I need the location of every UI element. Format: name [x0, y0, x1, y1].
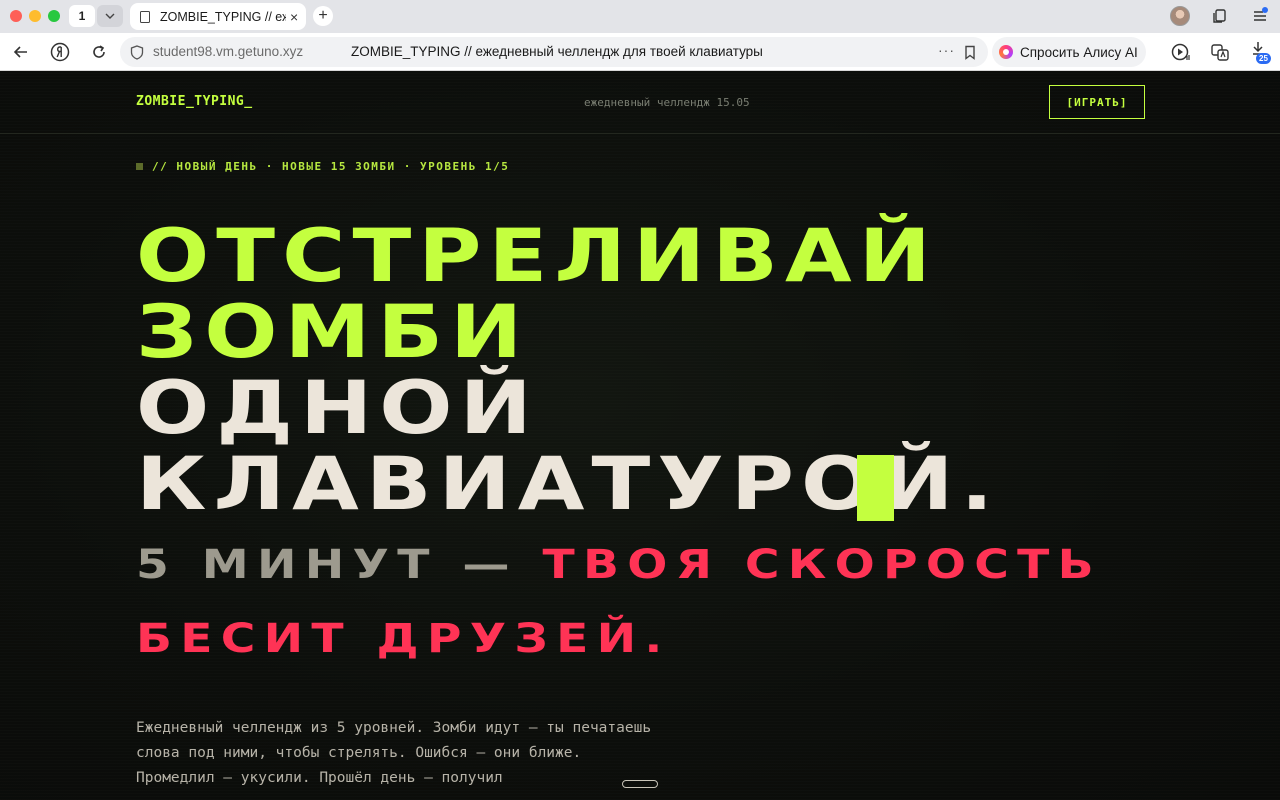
- translate-icon: [1211, 44, 1229, 61]
- site-logo[interactable]: ZOMBIE_TYPING_: [136, 94, 253, 109]
- back-button[interactable]: [12, 43, 30, 61]
- subline-red-1: ТВОЯ СКОРОСТЬ: [542, 542, 1102, 588]
- blinking-cursor: [857, 455, 894, 521]
- url-domain: student98.vm.getuno.xyz: [153, 44, 304, 59]
- eyebrow-text: // НОВЫЙ ДЕНЬ · НОВЫЕ 15 ЗОМБИ · УРОВЕНЬ…: [152, 160, 510, 173]
- collections-icon[interactable]: [1212, 8, 1228, 24]
- video-translate-button[interactable]: [1171, 42, 1191, 62]
- headline-line-1: ОТСТРЕЛИВАЙ: [136, 214, 938, 299]
- play-button[interactable]: [ИГРАТЬ]: [1049, 85, 1145, 119]
- headline-line-3: ОДНОЙ: [136, 366, 539, 451]
- video-icon: [1171, 43, 1190, 61]
- shield-icon[interactable]: [130, 45, 144, 60]
- description: Ежедневный челлендж из 5 уровней. Зомби …: [136, 720, 652, 786]
- site-header: ZOMBIE_TYPING_ ежедневный челлендж 15.05…: [0, 71, 1280, 134]
- profile-avatar[interactable]: [1170, 6, 1190, 26]
- page-viewport: ZOMBIE_TYPING_ ежедневный челлендж 15.05…: [0, 71, 1280, 800]
- alice-icon: [999, 45, 1013, 59]
- browser-tab-active[interactable]: ZOMBIE_TYPING // ежедневный челлендж для…: [130, 3, 306, 30]
- square-marker-icon: [136, 163, 143, 170]
- minimize-window-button[interactable]: [29, 10, 41, 22]
- new-tab-button[interactable]: +: [313, 6, 333, 26]
- eyebrow: // НОВЫЙ ДЕНЬ · НОВЫЕ 15 ЗОМБИ · УРОВЕНЬ…: [136, 160, 509, 173]
- tab-counter[interactable]: 1: [69, 5, 95, 27]
- daily-challenge-date: ежедневный челлендж 15.05: [584, 96, 750, 109]
- browser-toolbar: student98.vm.getuno.xyz ZOMBIE_TYPING //…: [0, 33, 1280, 71]
- scroll-indicator[interactable]: [622, 780, 658, 788]
- chevron-down-icon: [105, 13, 115, 19]
- headline-line-2: ЗОМБИ: [136, 290, 530, 375]
- maximize-window-button[interactable]: [48, 10, 60, 22]
- translate-button[interactable]: [1210, 42, 1230, 62]
- yandex-button[interactable]: [50, 42, 70, 62]
- subline-gray: 5 МИНУТ —: [136, 542, 518, 588]
- yandex-icon: [50, 42, 70, 62]
- close-window-button[interactable]: [10, 10, 22, 22]
- bookmark-icon[interactable]: [964, 45, 976, 60]
- tab-title: ZOMBIE_TYPING // ежедневный челлендж для…: [160, 9, 286, 24]
- document-icon: [140, 10, 150, 23]
- tab-close-icon[interactable]: ×: [290, 10, 298, 24]
- back-icon: [13, 46, 27, 58]
- more-options-icon[interactable]: ···: [938, 42, 955, 58]
- subline-line-2: БЕСИТ ДРУЗЕЙ.: [136, 616, 671, 662]
- ask-alice-label: Спросить Алису AI: [1020, 44, 1138, 60]
- reload-icon: [93, 45, 105, 58]
- tab-list-button[interactable]: [97, 5, 123, 27]
- address-bar[interactable]: student98.vm.getuno.xyz ZOMBIE_TYPING //…: [120, 37, 988, 67]
- downloads-count-badge: 25: [1256, 53, 1271, 64]
- url-page-title: ZOMBIE_TYPING // ежедневный челлендж для…: [351, 44, 763, 59]
- reload-button[interactable]: [90, 43, 108, 61]
- browser-tabbar: 1 ZOMBIE_TYPING // ежедневный челлендж д…: [0, 0, 1280, 33]
- subline-line-1: 5 МИНУТ — ТВОЯ СКОРОСТЬ: [136, 541, 1102, 589]
- notification-dot: [1262, 7, 1268, 13]
- ask-alice-button[interactable]: Спросить Алису AI: [992, 37, 1146, 67]
